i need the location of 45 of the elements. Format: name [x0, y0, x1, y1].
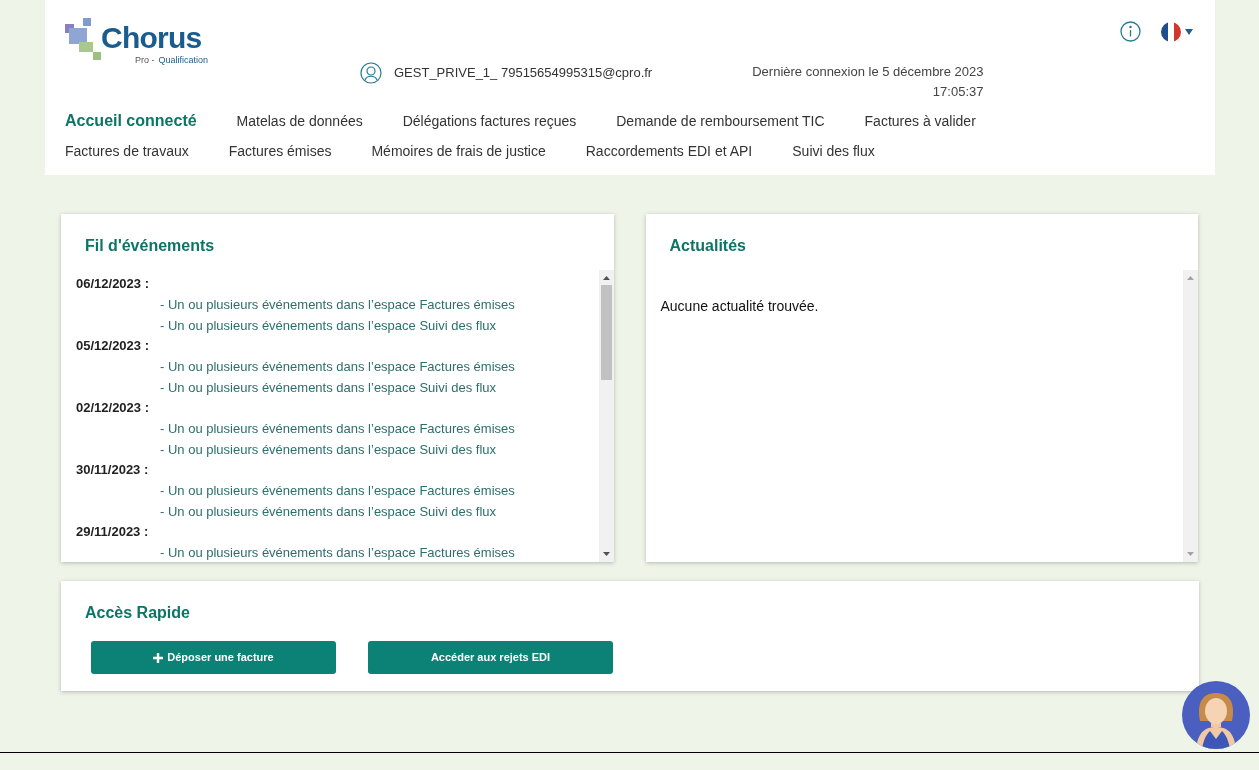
logo[interactable]: Chorus Pro - Qualification	[65, 16, 355, 68]
nav-tab[interactable]: Suivi des flux	[792, 140, 875, 162]
last-login-time: 17:05:37	[932, 83, 984, 101]
event-link[interactable]: - Un ou plusieurs événements dans l’espace Factures émises	[160, 483, 515, 498]
event-date: 06/12/2023 :	[76, 275, 150, 293]
plus-icon	[153, 652, 164, 663]
nav-tab[interactable]: Factures émises	[228, 140, 332, 162]
nav-tab[interactable]: Factures de travaux	[65, 140, 189, 162]
nav-tab[interactable]: Factures à valider	[864, 110, 976, 132]
user-email: GEST_PRIVE_1_ 79515654995315@cpro.fr	[394, 64, 653, 83]
quick-access-title: Accès Rapide	[85, 603, 191, 623]
logo-subtitle: Qualification	[158, 54, 209, 67]
event-link[interactable]: - Un ou plusieurs événements dans l’espace Factures émises	[160, 421, 515, 436]
caret-icon	[1185, 28, 1193, 35]
language-flag-dropdown[interactable]	[1161, 21, 1193, 42]
event-date: 02/12/2023 :	[76, 399, 150, 417]
quick-access-button[interactable]: Déposer une facture	[91, 641, 336, 674]
scrollbar-drawing[interactable]	[1183, 270, 1198, 562]
event-link[interactable]: - Un ou plusieurs événements dans l’espace Factures émises	[160, 545, 515, 560]
events-title: Fil d'événements	[84, 236, 216, 256]
user-icon[interactable]	[360, 62, 382, 84]
logo-squares-icon	[65, 16, 101, 60]
quick-access-button[interactable]: Accéder aux rejets EDI	[368, 641, 613, 674]
nav-tab[interactable]: Demande de remboursement TIC	[616, 110, 825, 132]
nav-tab[interactable]: Accueil connecté	[65, 110, 197, 132]
news-title: Actualités	[668, 236, 747, 256]
nav-tab[interactable]: Délégations factures reçues	[402, 110, 577, 132]
nav-tab[interactable]: Mémoires de frais de justice	[371, 140, 546, 162]
logo-subtitle-prefix: Pro -	[135, 54, 155, 67]
info-icon[interactable]	[1120, 21, 1141, 42]
logo-wordmark: Chorus	[101, 23, 202, 53]
event-link[interactable]: - Un ou plusieurs événements dans l’espace Suivi des flux	[160, 504, 496, 519]
event-link[interactable]: - Un ou plusieurs événements dans l’espace Factures émises	[160, 359, 515, 374]
scrollbar-drawing[interactable]	[598, 270, 614, 562]
last-login-text: Dernière connexion le 5 décembre 2023	[752, 63, 984, 81]
event-date: 30/11/2023 :	[76, 461, 150, 479]
event-date: 05/12/2023 :	[76, 337, 150, 355]
event-link[interactable]: - Un ou plusieurs événements dans l’espace Factures émises	[160, 297, 515, 312]
nav-tab[interactable]: Raccordements EDI et API	[585, 140, 753, 162]
nav-tab[interactable]: Matelas de données	[236, 110, 363, 132]
event-link[interactable]: - Un ou plusieurs événements dans l’espace Suivi des flux	[160, 318, 496, 333]
no-news-message: Aucune actualité trouvée.	[660, 298, 819, 314]
event-link[interactable]: - Un ou plusieurs événements dans l’espace Suivi des flux	[160, 380, 496, 395]
event-date: 29/11/2023 :	[76, 523, 150, 541]
event-link[interactable]: - Un ou plusieurs événements dans l’espace Suivi des flux	[160, 442, 496, 457]
